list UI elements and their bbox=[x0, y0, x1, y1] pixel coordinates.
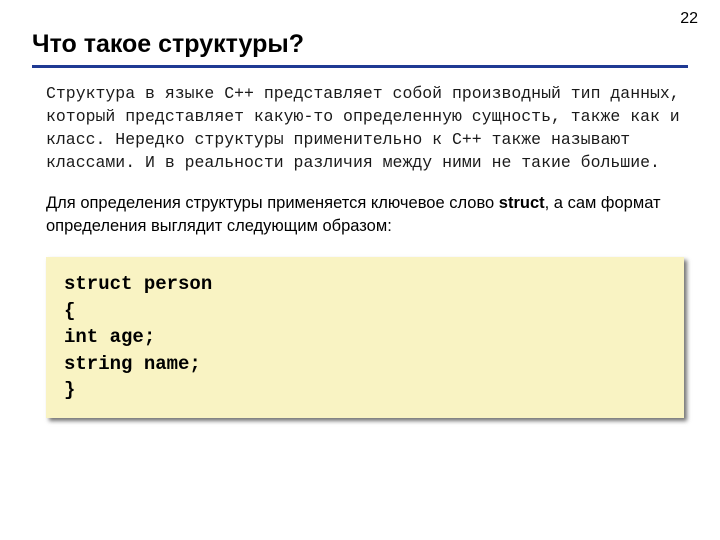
code-example: struct person { int age; string name; } bbox=[46, 257, 684, 418]
definition-paragraph: Для определения структуры применяется кл… bbox=[46, 192, 684, 237]
page-number: 22 bbox=[680, 10, 698, 28]
keyword-struct: struct bbox=[499, 194, 545, 212]
slide-body: Структура в языке C++ представляет собой… bbox=[0, 68, 720, 237]
intro-paragraph: Структура в языке C++ представляет собой… bbox=[46, 82, 684, 174]
definition-text-before: Для определения структуры применяется кл… bbox=[46, 194, 499, 212]
slide-title: Что такое структуры? bbox=[0, 0, 720, 65]
